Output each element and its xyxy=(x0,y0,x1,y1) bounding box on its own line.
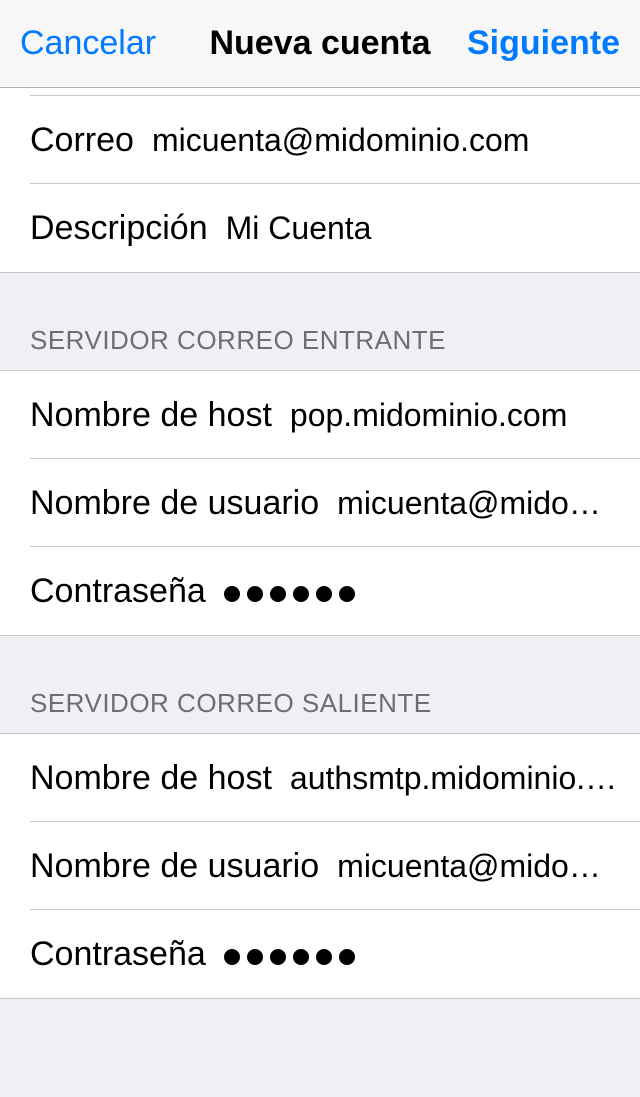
outgoing-host-field[interactable]: authsmtp.midominio.… xyxy=(290,760,640,797)
description-field[interactable]: Mi Cuenta xyxy=(226,210,640,247)
outgoing-password-label: Contraseña xyxy=(30,935,206,974)
navbar: Cancelar Nueva cuenta Siguiente xyxy=(0,0,640,88)
description-row[interactable]: Descripción Mi Cuenta xyxy=(0,184,640,272)
incoming-password-row[interactable]: Contraseña xyxy=(0,547,640,635)
outgoing-password-field[interactable] xyxy=(224,936,640,973)
outgoing-password-row[interactable]: Contraseña xyxy=(0,910,640,998)
navbar-title: Nueva cuenta xyxy=(209,24,430,63)
incoming-password-label: Contraseña xyxy=(30,572,206,611)
outgoing-user-field[interactable]: micuenta@mido… xyxy=(337,848,640,885)
next-button[interactable]: Siguiente xyxy=(467,24,620,63)
incoming-host-row[interactable]: Nombre de host pop.midominio.com xyxy=(0,371,640,459)
outgoing-host-row[interactable]: Nombre de host authsmtp.midominio.… xyxy=(0,734,640,822)
description-label: Descripción xyxy=(30,209,208,248)
outgoing-user-label: Nombre de usuario xyxy=(30,847,319,886)
incoming-host-field[interactable]: pop.midominio.com xyxy=(290,397,640,434)
outgoing-section-header: SERVIDOR CORREO SALIENTE xyxy=(0,636,640,733)
email-row[interactable]: Correo micuenta@midominio.com xyxy=(0,96,640,184)
incoming-host-label: Nombre de host xyxy=(30,396,272,435)
incoming-group: Nombre de host pop.midominio.com Nombre … xyxy=(0,370,640,636)
account-group: Correo micuenta@midominio.com Descripció… xyxy=(0,96,640,273)
outgoing-user-row[interactable]: Nombre de usuario micuenta@mido… xyxy=(0,822,640,910)
email-label: Correo xyxy=(30,121,134,160)
email-field[interactable]: micuenta@midominio.com xyxy=(152,122,640,159)
partial-row-fragment xyxy=(0,88,640,96)
outgoing-group: Nombre de host authsmtp.midominio.… Nomb… xyxy=(0,733,640,999)
incoming-password-field[interactable] xyxy=(224,573,640,610)
cancel-button[interactable]: Cancelar xyxy=(20,24,156,63)
outgoing-host-label: Nombre de host xyxy=(30,759,272,798)
incoming-user-row[interactable]: Nombre de usuario micuenta@mido… xyxy=(0,459,640,547)
incoming-section-header: SERVIDOR CORREO ENTRANTE xyxy=(0,273,640,370)
incoming-user-label: Nombre de usuario xyxy=(30,484,319,523)
incoming-user-field[interactable]: micuenta@mido… xyxy=(337,485,640,522)
